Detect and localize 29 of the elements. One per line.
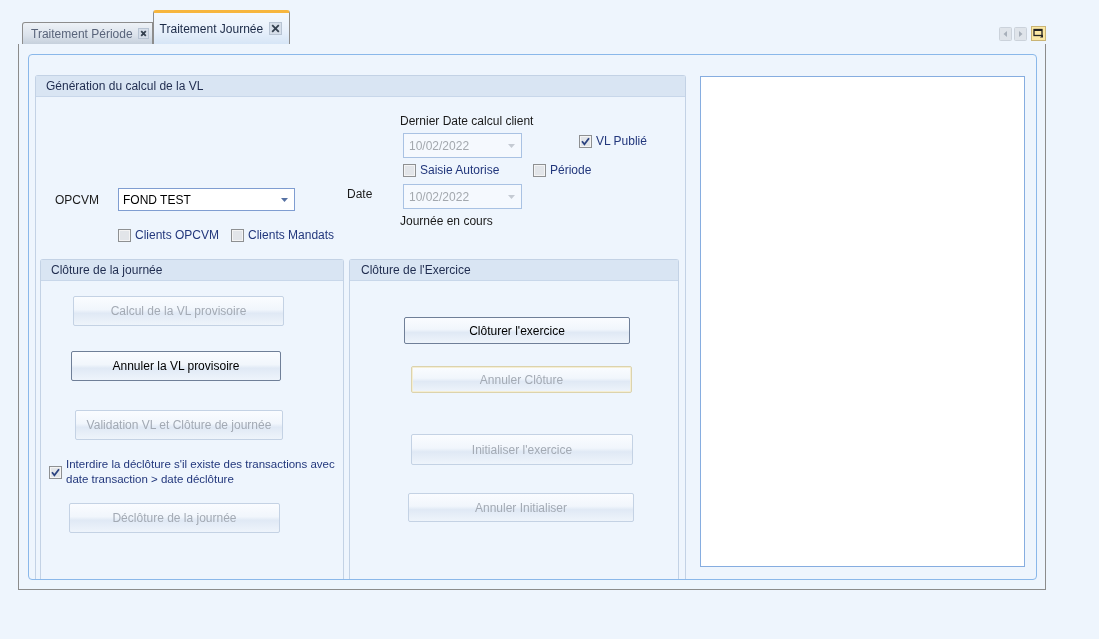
checkbox[interactable] — [403, 163, 416, 177]
group-header: Clôture de la journée — [41, 260, 343, 281]
dropdown-field[interactable]: FOND TEST — [118, 188, 295, 211]
arrow-left-icon[interactable] — [999, 26, 1012, 41]
checkbox-label: VL Publié — [596, 134, 647, 148]
close-icon[interactable] — [137, 28, 149, 39]
close-icon[interactable] — [269, 22, 283, 35]
checkbox[interactable] — [49, 465, 62, 479]
field-label: Date — [347, 187, 373, 201]
checkbox[interactable] — [231, 228, 245, 242]
field-label: Dernier Date calcul client — [400, 114, 534, 128]
checkbox[interactable] — [579, 134, 592, 148]
checkbox-label: Interdire la déclôture s'il existe des transactions avec date transaction > date déclôture — [66, 457, 336, 487]
tab[interactable]: Traitement Journée — [152, 10, 291, 44]
checkbox-label: Clients Mandats — [248, 228, 335, 242]
group-header: Génération du calcul de la VL — [36, 76, 685, 97]
group-header: Clôture de l'Exercice — [350, 260, 678, 281]
action-button[interactable]: Annuler la VL provisoire — [71, 351, 281, 381]
tab[interactable]: Traitement Période — [22, 22, 153, 44]
window-icon[interactable] — [1031, 26, 1046, 41]
checkbox-label: Période — [550, 163, 592, 177]
caret-icon[interactable] — [281, 197, 288, 202]
checkbox[interactable] — [533, 163, 546, 177]
checkbox[interactable] — [118, 228, 131, 242]
field-label: OPCVM — [55, 192, 100, 207]
checkbox-label: Saisie Autorise — [420, 163, 500, 177]
field-label: Journée en cours — [400, 214, 493, 228]
checkbox-label: Clients OPCVM — [135, 228, 220, 242]
action-button[interactable]: Clôturer l'exercice — [404, 317, 630, 344]
